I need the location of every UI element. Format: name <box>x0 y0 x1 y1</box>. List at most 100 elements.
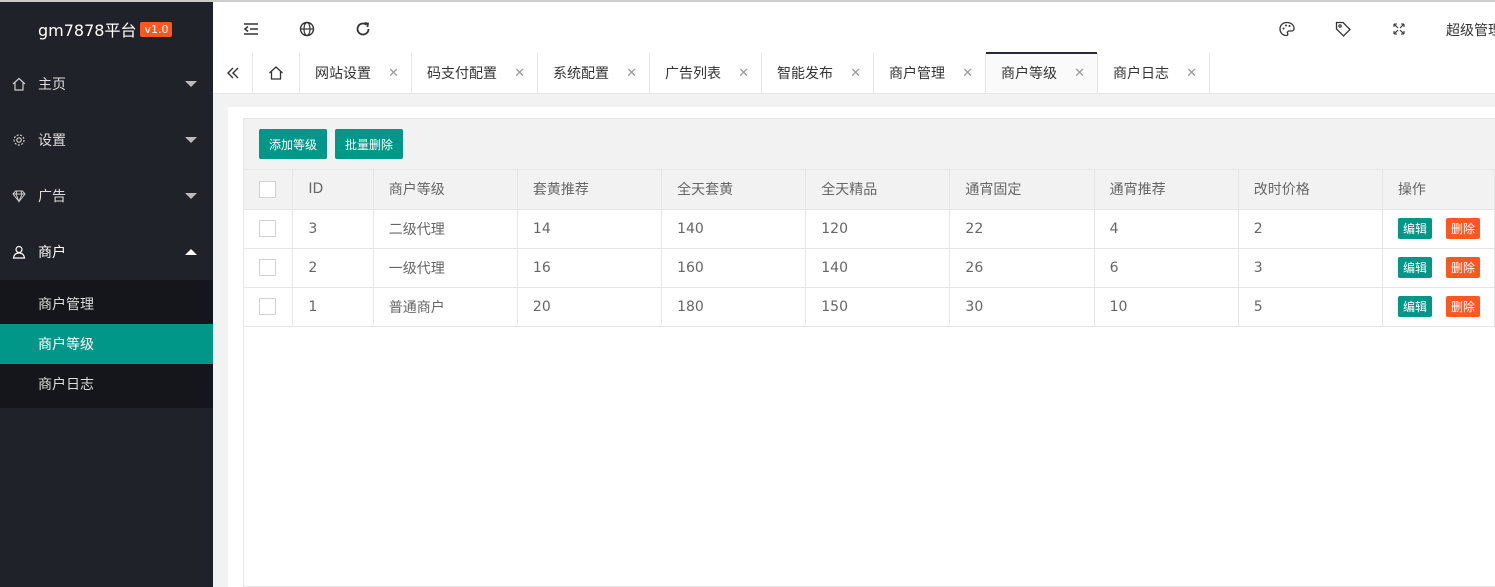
sidebar: gm7878平台 v1.0 主页 设置 广告 商户 商户管理 商户等级 商户日志 <box>0 0 213 587</box>
nav-item-merchant[interactable]: 商户 <box>0 224 213 280</box>
table-cell: 22 <box>949 209 1095 249</box>
caret-down-icon <box>185 193 197 199</box>
delete-button[interactable]: 删除 <box>1445 296 1480 317</box>
table-cell: 5 <box>1238 287 1383 327</box>
table-row: 3 二级代理 14 140 120 22 4 2 编辑 删除 <box>244 209 1495 249</box>
column-header[interactable]: 改时价格 <box>1238 170 1383 210</box>
caret-up-icon <box>185 249 197 255</box>
row-actions: 编辑 删除 <box>1382 248 1495 288</box>
nav-item-label: 主页 <box>38 77 66 93</box>
table-row: 1 普通商户 20 180 150 30 10 5 编辑 删除 <box>244 287 1495 327</box>
column-header[interactable]: 套黄推荐 <box>517 170 663 210</box>
table-cell: 1 <box>292 287 374 327</box>
globe-icon[interactable] <box>298 20 316 38</box>
table-cell: 3 <box>292 209 374 249</box>
close-icon[interactable]: ✕ <box>514 66 525 81</box>
palette-icon[interactable] <box>1278 20 1296 38</box>
version-badge: v1.0 <box>140 21 173 37</box>
column-header[interactable]: 全天精品 <box>805 170 951 210</box>
close-icon[interactable]: ✕ <box>1186 66 1197 81</box>
table-cell: 3 <box>1238 248 1383 288</box>
double-chevron-left-icon <box>226 67 238 79</box>
column-header[interactable]: ID <box>292 170 374 210</box>
edit-button[interactable]: 编辑 <box>1397 257 1432 278</box>
nav-item-label: 广告 <box>38 189 66 205</box>
merchant-submenu: 商户管理 商户等级 商户日志 <box>0 280 213 408</box>
column-header[interactable]: 通宵推荐 <box>1094 170 1239 210</box>
tab-ad-list[interactable]: 广告列表 ✕ <box>650 53 762 93</box>
table-cell: 16 <box>517 248 663 288</box>
edit-button[interactable]: 编辑 <box>1397 296 1432 317</box>
column-header[interactable]: 通宵固定 <box>949 170 1095 210</box>
refresh-icon[interactable] <box>354 20 372 38</box>
edit-button[interactable]: 编辑 <box>1397 218 1432 239</box>
app-name: gm7878平台 <box>38 21 137 40</box>
tab-pay-config[interactable]: 码支付配置 ✕ <box>412 53 538 93</box>
sidebar-item-merchant-level[interactable]: 商户等级 <box>0 324 213 364</box>
home-icon <box>12 77 26 91</box>
app-logo[interactable]: gm7878平台 v1.0 <box>0 0 213 56</box>
sidebar-item-merchant-manage[interactable]: 商户管理 <box>0 284 213 324</box>
top-header: 超级管理 <box>213 0 1495 55</box>
table-cell: 150 <box>805 287 951 327</box>
table-cell: 160 <box>661 248 807 288</box>
close-icon[interactable]: ✕ <box>1074 66 1085 81</box>
nav-item-label: 设置 <box>38 133 66 149</box>
table-row: 2 一级代理 16 160 140 26 6 3 编辑 删除 <box>244 248 1495 288</box>
tab-system-config[interactable]: 系统配置 ✕ <box>538 53 650 93</box>
column-header[interactable]: 全天套黄 <box>661 170 807 210</box>
table-toolbar: 添加等级 批量删除 <box>244 119 1495 170</box>
tab-merchant-level[interactable]: 商户等级 ✕ <box>986 52 1098 93</box>
table-cell: 2 <box>1238 209 1383 249</box>
tab-home[interactable] <box>253 53 300 93</box>
row-checkbox[interactable] <box>259 298 276 315</box>
close-icon[interactable]: ✕ <box>738 66 749 81</box>
close-icon[interactable]: ✕ <box>962 66 973 81</box>
delete-button[interactable]: 删除 <box>1445 218 1480 239</box>
row-actions: 编辑 删除 <box>1382 209 1495 249</box>
table-cell: 普通商户 <box>373 287 518 327</box>
gear-icon <box>12 133 26 147</box>
table-cell: 20 <box>517 287 663 327</box>
page-tabs: 网站设置 ✕ 码支付配置 ✕ 系统配置 ✕ 广告列表 ✕ 智能发布 ✕ 商户管理 ✕ 商户等… <box>213 52 1495 94</box>
row-checkbox[interactable] <box>259 220 276 237</box>
table-cell: 4 <box>1094 209 1239 249</box>
level-table-container: 添加等级 批量删除 ID 商户等级 套黄推荐 全天套黄 全天精品 通宵固定 通宵… <box>243 118 1495 587</box>
column-header: 操作 <box>1382 170 1495 210</box>
nav-item-home[interactable]: 主页 <box>0 56 213 112</box>
table-cell: 120 <box>805 209 951 249</box>
select-all-checkbox[interactable] <box>259 180 276 198</box>
admin-user-menu[interactable]: 超级管理 <box>1446 20 1495 40</box>
tag-icon[interactable] <box>1334 20 1352 38</box>
table-cell: 6 <box>1094 248 1239 288</box>
tab-smart-publish[interactable]: 智能发布 ✕ <box>762 53 874 93</box>
table-cell: 26 <box>949 248 1095 288</box>
table-cell: 10 <box>1094 287 1239 327</box>
table-cell: 140 <box>661 209 807 249</box>
table-cell: 140 <box>805 248 951 288</box>
nav-item-settings[interactable]: 设置 <box>0 112 213 168</box>
fullscreen-icon[interactable] <box>1390 20 1408 38</box>
close-icon[interactable]: ✕ <box>626 66 637 81</box>
tab-site-settings[interactable]: 网站设置 ✕ <box>300 53 412 93</box>
table-cell: 2 <box>292 248 374 288</box>
close-icon[interactable]: ✕ <box>850 66 861 81</box>
level-table: ID 商户等级 套黄推荐 全天套黄 全天精品 通宵固定 通宵推荐 改时价格 操作… <box>244 170 1495 327</box>
tab-merchant-manage[interactable]: 商户管理 ✕ <box>874 53 986 93</box>
row-checkbox[interactable] <box>259 259 276 276</box>
delete-button[interactable]: 删除 <box>1445 257 1480 278</box>
row-actions: 编辑 删除 <box>1382 287 1495 327</box>
tab-merchant-log[interactable]: 商户日志 ✕ <box>1098 53 1210 93</box>
table-cell: 二级代理 <box>373 209 518 249</box>
table-cell: 180 <box>661 287 807 327</box>
column-header[interactable]: 商户等级 <box>373 170 518 210</box>
close-icon[interactable]: ✕ <box>388 66 399 81</box>
nav-item-label: 商户 <box>38 245 66 261</box>
add-level-button[interactable]: 添加等级 <box>259 129 328 159</box>
tabs-scroll-left-button[interactable] <box>213 53 253 93</box>
caret-down-icon <box>185 137 197 143</box>
menu-fold-icon[interactable] <box>242 20 260 38</box>
sidebar-item-merchant-log[interactable]: 商户日志 <box>0 364 213 404</box>
batch-delete-button[interactable]: 批量删除 <box>335 129 404 159</box>
nav-item-ads[interactable]: 广告 <box>0 168 213 224</box>
